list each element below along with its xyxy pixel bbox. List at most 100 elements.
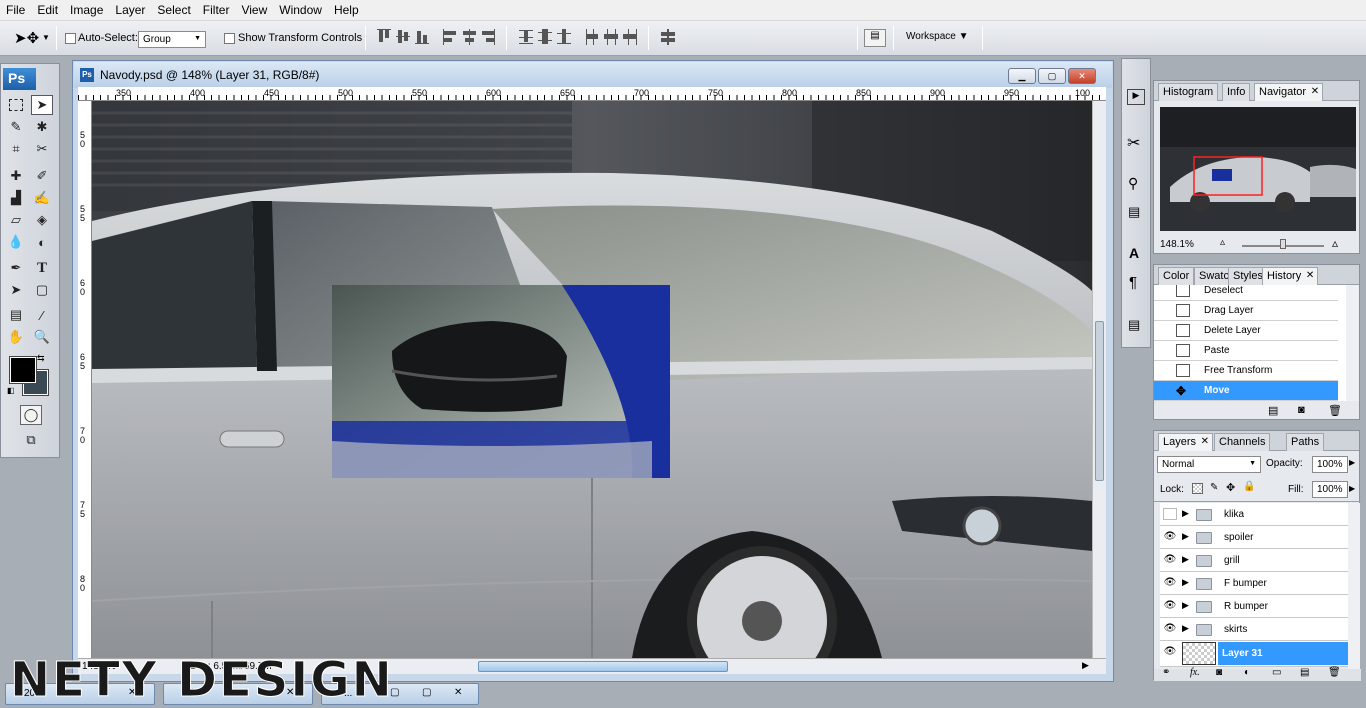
distribute-right-icon[interactable]: [623, 29, 637, 45]
navigator-zoom[interactable]: 148.1%: [1160, 239, 1194, 250]
menu-view[interactable]: View: [235, 3, 273, 17]
lock-transparency-icon[interactable]: [1192, 483, 1203, 494]
hand-tool-icon[interactable]: ✋: [5, 327, 27, 347]
blend-mode-dropdown[interactable]: Normal ▼: [1157, 456, 1261, 473]
delete-state-icon[interactable]: 🗑: [1328, 404, 1342, 417]
notes-panel-icon[interactable]: ▤: [1128, 317, 1140, 333]
layer-comps-icon[interactable]: ▤: [1128, 204, 1140, 220]
eyedropper-icon[interactable]: ⁄: [31, 305, 53, 325]
opacity-input[interactable]: 100%: [1312, 456, 1348, 473]
lasso-tool-icon[interactable]: ✎: [5, 117, 27, 137]
align-hcenter-icon[interactable]: [462, 29, 476, 45]
distribute-left-icon[interactable]: [585, 29, 599, 45]
vertical-scroll-thumb[interactable]: [1095, 321, 1104, 481]
history-item[interactable]: Deselect: [1154, 285, 1338, 301]
crop-tool-icon[interactable]: ⌗: [5, 139, 27, 159]
layers-scrollbar[interactable]: [1348, 503, 1360, 669]
paragraph-icon[interactable]: ¶: [1129, 274, 1137, 291]
maximize-button[interactable]: ▢: [1038, 68, 1066, 84]
tool-presets-icon[interactable]: ✂: [1127, 133, 1140, 153]
eye-icon[interactable]: 👁: [1163, 531, 1177, 543]
tab-paths[interactable]: Paths: [1286, 433, 1325, 451]
menu-help[interactable]: Help: [328, 3, 365, 17]
move-tool-icon[interactable]: ➤✥: [14, 29, 39, 47]
maximize-icon[interactable]: ▢: [422, 687, 431, 698]
expand-arrow-icon[interactable]: ▶: [1182, 554, 1189, 565]
tab-color[interactable]: Color: [1158, 267, 1195, 285]
tab-histogram[interactable]: Histogram: [1158, 83, 1219, 101]
eraser-tool-icon[interactable]: ▱: [5, 210, 27, 230]
healing-brush-icon[interactable]: ✚: [5, 166, 27, 186]
tab-layers[interactable]: Layers ✕: [1158, 433, 1214, 451]
new-group-icon[interactable]: ▭: [1272, 667, 1281, 678]
path-selection-icon[interactable]: ➤: [5, 280, 27, 300]
eye-icon[interactable]: 👁: [1163, 577, 1177, 589]
minimize-button[interactable]: ▁: [1008, 68, 1036, 84]
actions-icon[interactable]: ▶: [1127, 89, 1145, 105]
auto-select-dropdown[interactable]: Group ▼: [138, 31, 206, 48]
lock-all-icon[interactable]: 🔒: [1243, 481, 1255, 492]
layer-row[interactable]: 👁 ▶ R bumper: [1160, 595, 1348, 618]
blur-tool-icon[interactable]: 💧: [5, 232, 27, 252]
align-vcenter-icon[interactable]: [396, 29, 410, 45]
eye-icon[interactable]: 👁: [1163, 554, 1177, 566]
align-left-icon[interactable]: [443, 29, 457, 45]
vertical-scrollbar[interactable]: [1092, 101, 1106, 658]
close-tab-icon[interactable]: ✕: [1306, 270, 1314, 281]
tab-info[interactable]: Info: [1222, 83, 1251, 101]
shape-tool-icon[interactable]: ▢: [31, 280, 53, 300]
align-top-icon[interactable]: [377, 29, 391, 45]
screen-mode-icon[interactable]: ⧉: [20, 430, 42, 450]
marquee-tool-icon[interactable]: [5, 95, 27, 115]
swap-colors-icon[interactable]: ⇆: [37, 353, 45, 364]
brush-tool-icon[interactable]: ✐: [31, 166, 53, 186]
zoom-out-icon[interactable]: ▵: [1220, 237, 1225, 248]
adjustment-layer-icon[interactable]: ◐: [1244, 667, 1250, 678]
new-layer-icon[interactable]: ▤: [1300, 667, 1309, 678]
document-titlebar[interactable]: Ps Navody.psd @ 148% (Layer 31, RGB/8#) …: [74, 62, 1112, 88]
menu-image[interactable]: Image: [64, 3, 109, 17]
close-tab-icon[interactable]: ✕: [1201, 436, 1209, 447]
tab-history[interactable]: History ✕: [1262, 267, 1319, 285]
menu-window[interactable]: Window: [273, 3, 328, 17]
opacity-slider-icon[interactable]: ▶: [1349, 458, 1355, 467]
navigator-preview[interactable]: [1160, 107, 1356, 231]
paint-bucket-icon[interactable]: ◈: [31, 210, 53, 230]
workspace-button[interactable]: Workspace ▼: [906, 31, 969, 42]
notes-tool-icon[interactable]: ▤: [5, 305, 27, 325]
distribute-top-icon[interactable]: [519, 29, 533, 45]
layer-style-icon[interactable]: fx.: [1190, 667, 1200, 678]
show-transform-checkbox[interactable]: [224, 33, 235, 44]
dodge-tool-icon[interactable]: ◐: [31, 232, 53, 252]
fill-slider-icon[interactable]: ▶: [1349, 484, 1355, 493]
layer-row[interactable]: 👁 ▶ F bumper: [1160, 572, 1348, 595]
menu-layer[interactable]: Layer: [109, 3, 151, 17]
expand-arrow-icon[interactable]: ▶: [1182, 508, 1189, 519]
eye-icon[interactable]: 👁: [1163, 600, 1177, 612]
zoom-tool-icon[interactable]: 🔍: [31, 327, 53, 347]
history-item[interactable]: Delete Layer: [1154, 321, 1338, 341]
slice-tool-icon[interactable]: ✂: [31, 139, 53, 159]
history-brush-icon[interactable]: ✍: [31, 188, 53, 208]
align-bottom-icon[interactable]: [415, 29, 429, 45]
delete-layer-icon[interactable]: 🗑: [1328, 667, 1341, 678]
history-item[interactable]: Free Transform: [1154, 361, 1338, 381]
align-right-icon[interactable]: [481, 29, 495, 45]
close-icon[interactable]: ✕: [454, 687, 462, 698]
foreground-color-swatch[interactable]: [9, 356, 37, 384]
distribute-vcenter-icon[interactable]: [538, 29, 552, 45]
history-item-selected[interactable]: ✥ Move: [1154, 381, 1338, 401]
horizontal-scroll-thumb[interactable]: [478, 661, 728, 672]
zoom-in-icon[interactable]: ▵: [1332, 236, 1338, 250]
new-snapshot-icon[interactable]: ◙: [1298, 404, 1305, 416]
lock-pixels-icon[interactable]: ✎: [1210, 482, 1218, 493]
distribute-bottom-icon[interactable]: [557, 29, 571, 45]
tab-channels[interactable]: Channels: [1214, 433, 1271, 451]
image-canvas[interactable]: [92, 101, 1092, 658]
eye-icon[interactable]: 👁: [1163, 623, 1177, 635]
layer-row-selected[interactable]: 👁 Layer 31: [1160, 641, 1348, 667]
tab-navigator[interactable]: Navigator ✕: [1254, 83, 1324, 101]
quick-mask-icon[interactable]: ◯: [20, 405, 42, 425]
magic-wand-icon[interactable]: ✱: [31, 117, 53, 137]
expand-arrow-icon[interactable]: ▶: [1182, 577, 1189, 588]
